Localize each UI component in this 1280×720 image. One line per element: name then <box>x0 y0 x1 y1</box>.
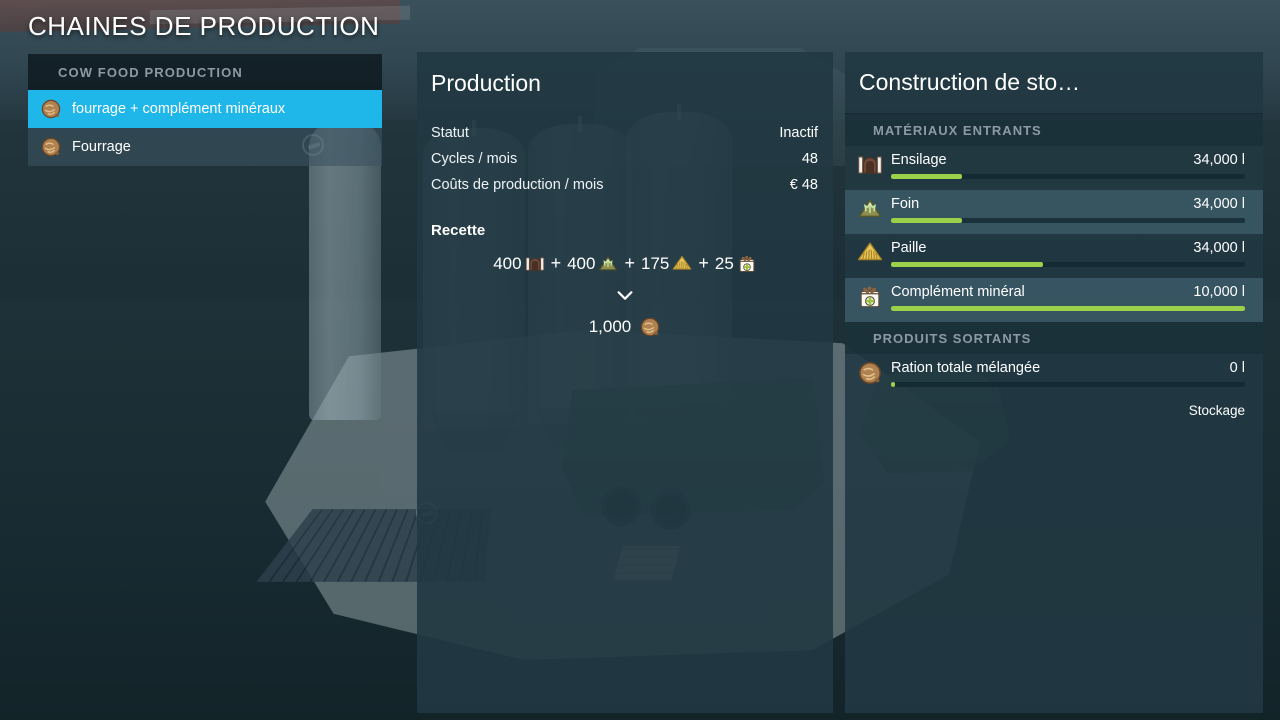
recipe-inputs-row: 400 + 400 + 175 + 25 <box>417 253 833 274</box>
material-value: 34,000 l <box>1193 152 1245 168</box>
material-value: 34,000 l <box>1193 240 1245 256</box>
straw-icon <box>857 240 883 266</box>
capacity-bar-fill <box>891 174 962 179</box>
capacity-bar <box>891 262 1245 267</box>
chevron-down-icon <box>614 284 636 306</box>
recipe-plus-symbol: + <box>624 253 635 273</box>
stat-value: 48 <box>801 151 818 167</box>
table-row[interactable]: Ensilage 34,000 l <box>845 146 1263 190</box>
capacity-bar <box>891 306 1245 311</box>
recipe-arrow <box>417 284 833 306</box>
production-list-sidebar: COW FOOD PRODUCTION fourrage + complémen… <box>28 54 382 166</box>
section-header-incoming-materials: MATÉRIAUX ENTRANTS <box>845 114 1263 146</box>
mineral-feed-icon <box>857 284 883 310</box>
storage-panel: Construction de sto… MATÉRIAUX ENTRANTS … <box>845 52 1263 713</box>
sidebar-item-label: Fourrage <box>72 139 131 155</box>
capacity-bar-fill <box>891 306 1245 311</box>
page-title: CHAINES DE PRODUCTION <box>28 11 380 41</box>
recipe-output-row: 1,000 <box>417 316 833 338</box>
sidebar-group-label: COW FOOD PRODUCTION <box>28 54 382 90</box>
production-detail-panel: Production Statut Inactif Cycles / mois … <box>417 52 833 713</box>
material-name: Foin <box>891 196 920 212</box>
silage-icon <box>525 254 545 274</box>
silage-icon <box>857 152 883 178</box>
material-name: Complément minéral <box>891 284 1025 300</box>
forage-ball-icon <box>40 136 62 158</box>
recipe-heading: Recette <box>431 222 486 239</box>
recipe-input-mineral-feed: 25 <box>715 254 757 274</box>
stat-row-production-cost-per-month: Coûts de production / mois € 48 <box>431 172 818 198</box>
recipe-output-amount: 1,000 <box>588 317 632 336</box>
capacity-bar-fill <box>891 218 962 223</box>
table-row[interactable]: Ration totale mélangée 0 l <box>845 354 1263 398</box>
stat-value: Inactif <box>779 125 818 141</box>
section-header-outgoing-products: PRODUITS SORTANTS <box>845 322 1263 354</box>
storage-mode-label: Stockage <box>1188 403 1245 418</box>
hay-icon <box>857 196 883 222</box>
table-row[interactable]: Complément minéral 10,000 l <box>845 278 1263 322</box>
sidebar-item-label: fourrage + complément minéraux <box>72 101 286 117</box>
material-name: Paille <box>891 240 927 256</box>
storage-panel-title: Construction de sto… <box>845 52 1263 114</box>
recipe-input-silage: 400 <box>493 254 544 274</box>
production-panel-title: Production <box>431 69 541 96</box>
material-name: Ensilage <box>891 152 947 168</box>
sidebar-item-fourrage[interactable]: Fourrage <box>28 128 382 166</box>
stat-row-cycles-per-month: Cycles / mois 48 <box>431 146 818 172</box>
recipe-plus-symbol: + <box>550 253 562 273</box>
product-name: Ration totale mélangée <box>891 360 1041 376</box>
forage-ball-icon <box>639 316 661 338</box>
table-row[interactable]: Foin 34,000 l <box>845 190 1263 234</box>
hay-icon <box>598 254 618 274</box>
recipe-input-straw: 175 <box>641 254 692 274</box>
material-value: 34,000 l <box>1193 196 1245 212</box>
stat-label: Cycles / mois <box>431 151 518 167</box>
product-value: 0 l <box>1229 360 1245 376</box>
straw-icon <box>672 254 692 274</box>
capacity-bar-fill <box>891 262 1044 267</box>
stat-row-statut: Statut Inactif <box>431 120 818 146</box>
recipe-input-hay: 400 <box>567 254 618 274</box>
stat-label: Coûts de production / mois <box>431 177 604 193</box>
mineral-feed-icon <box>737 254 757 274</box>
capacity-bar <box>891 174 1245 179</box>
table-row[interactable]: Paille 34,000 l <box>845 234 1263 278</box>
capacity-bar <box>891 218 1245 223</box>
material-value: 10,000 l <box>1193 284 1245 300</box>
recipe-input-amount: 400 <box>493 253 522 273</box>
recipe-input-amount: 400 <box>567 253 596 273</box>
recipe-plus-symbol: + <box>698 253 709 273</box>
recipe-input-amount: 25 <box>714 253 734 273</box>
stat-value: € 48 <box>789 177 818 193</box>
production-stats-list: Statut Inactif Cycles / mois 48 Coûts de… <box>417 114 833 198</box>
stat-label: Statut <box>431 125 469 141</box>
forage-ball-icon <box>857 360 883 386</box>
capacity-bar <box>891 382 1245 387</box>
capacity-bar-fill <box>891 382 895 387</box>
forage-ball-icon <box>40 98 62 120</box>
sidebar-item-fourrage-complement-mineraux[interactable]: fourrage + complément minéraux <box>28 90 382 128</box>
recipe-input-amount: 175 <box>640 253 670 273</box>
production-chains-screen: CHAINES DE PRODUCTION COW FOOD PRODUCTIO… <box>0 0 1280 720</box>
